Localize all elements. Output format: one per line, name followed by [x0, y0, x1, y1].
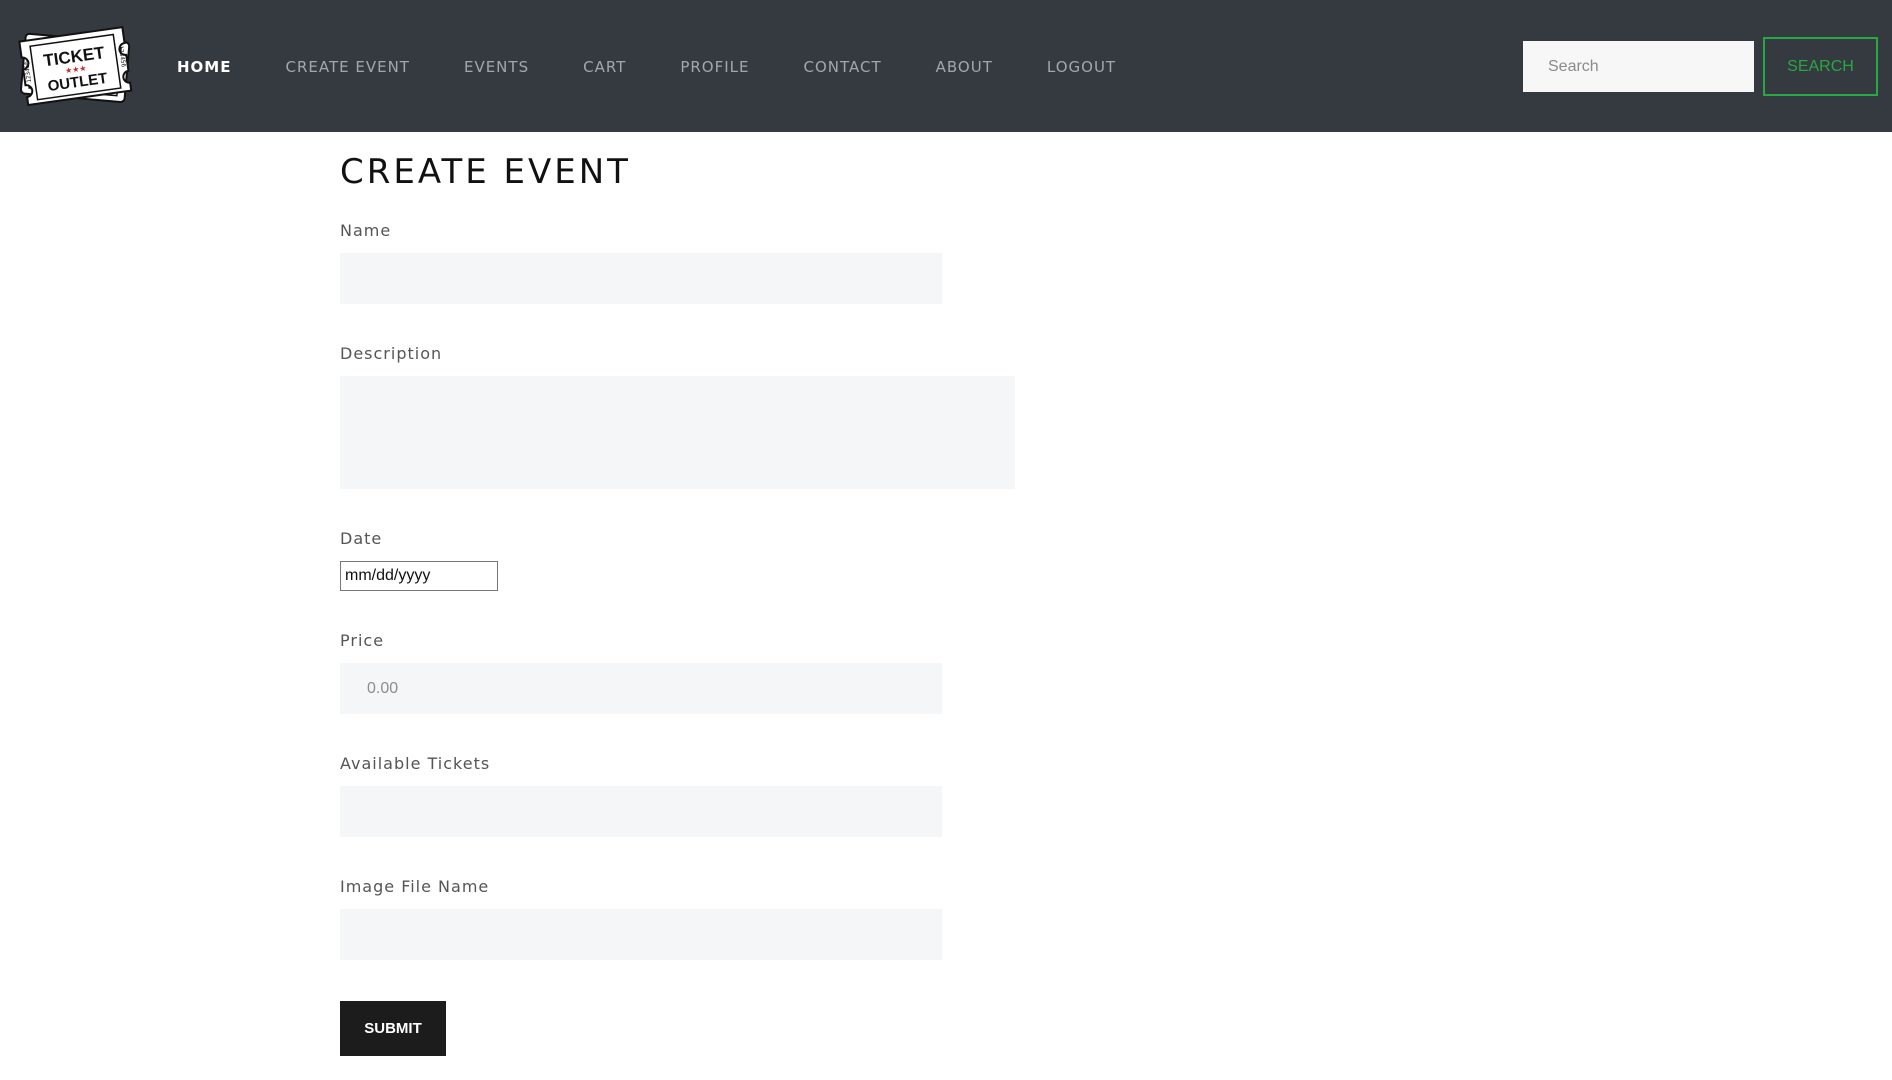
nav-profile[interactable]: PROFILE: [680, 58, 749, 76]
image-file-name-field[interactable]: [340, 909, 942, 961]
name-field[interactable]: [340, 253, 942, 305]
nav-events[interactable]: EVENTS: [464, 58, 529, 76]
tickets-label: Available Tickets: [340, 754, 491, 774]
tickets-group: Available Tickets: [340, 754, 1100, 838]
date-field[interactable]: [340, 561, 498, 592]
date-label: Date: [340, 529, 383, 549]
name-group: Name: [340, 221, 1100, 305]
nav-contact[interactable]: CONTACT: [804, 58, 882, 76]
image-label: Image File Name: [340, 877, 490, 897]
price-label: Price: [340, 631, 385, 651]
nav-cart[interactable]: CART: [583, 58, 626, 76]
price-field[interactable]: [340, 663, 942, 715]
date-group: Date: [340, 529, 1100, 592]
search-form: SEARCH: [1523, 37, 1878, 96]
available-tickets-field[interactable]: [340, 786, 942, 838]
description-label: Description: [340, 344, 443, 364]
submit-button[interactable]: SUBMIT: [340, 1001, 446, 1057]
price-group: Price: [340, 631, 1100, 715]
description-group: Description: [340, 344, 1100, 490]
search-button[interactable]: SEARCH: [1763, 37, 1878, 96]
create-event-form: CREATE EVENT Name Description Date Price…: [340, 132, 1100, 1057]
nav-about[interactable]: ABOUT: [936, 58, 993, 76]
search-input[interactable]: [1523, 41, 1754, 92]
nav-home[interactable]: HOME: [177, 58, 231, 76]
image-group: Image File Name: [340, 877, 1100, 961]
top-navbar: OUTLET TICKET ★★★ OUTLET 123456 123456 H…: [0, 0, 1892, 132]
nav-logout[interactable]: LOGOUT: [1047, 58, 1116, 76]
ticket-outlet-logo[interactable]: OUTLET TICKET ★★★ OUTLET 123456 123456: [17, 24, 135, 110]
name-label: Name: [340, 221, 392, 241]
nav-create-event[interactable]: CREATE EVENT: [285, 58, 409, 76]
description-field[interactable]: [340, 376, 1015, 490]
page-title: CREATE EVENT: [340, 152, 631, 192]
nav-menu: HOME CREATE EVENT EVENTS CART PROFILE CO…: [177, 0, 1116, 132]
ticket-logo-icon: OUTLET TICKET ★★★ OUTLET 123456 123456: [18, 26, 133, 107]
